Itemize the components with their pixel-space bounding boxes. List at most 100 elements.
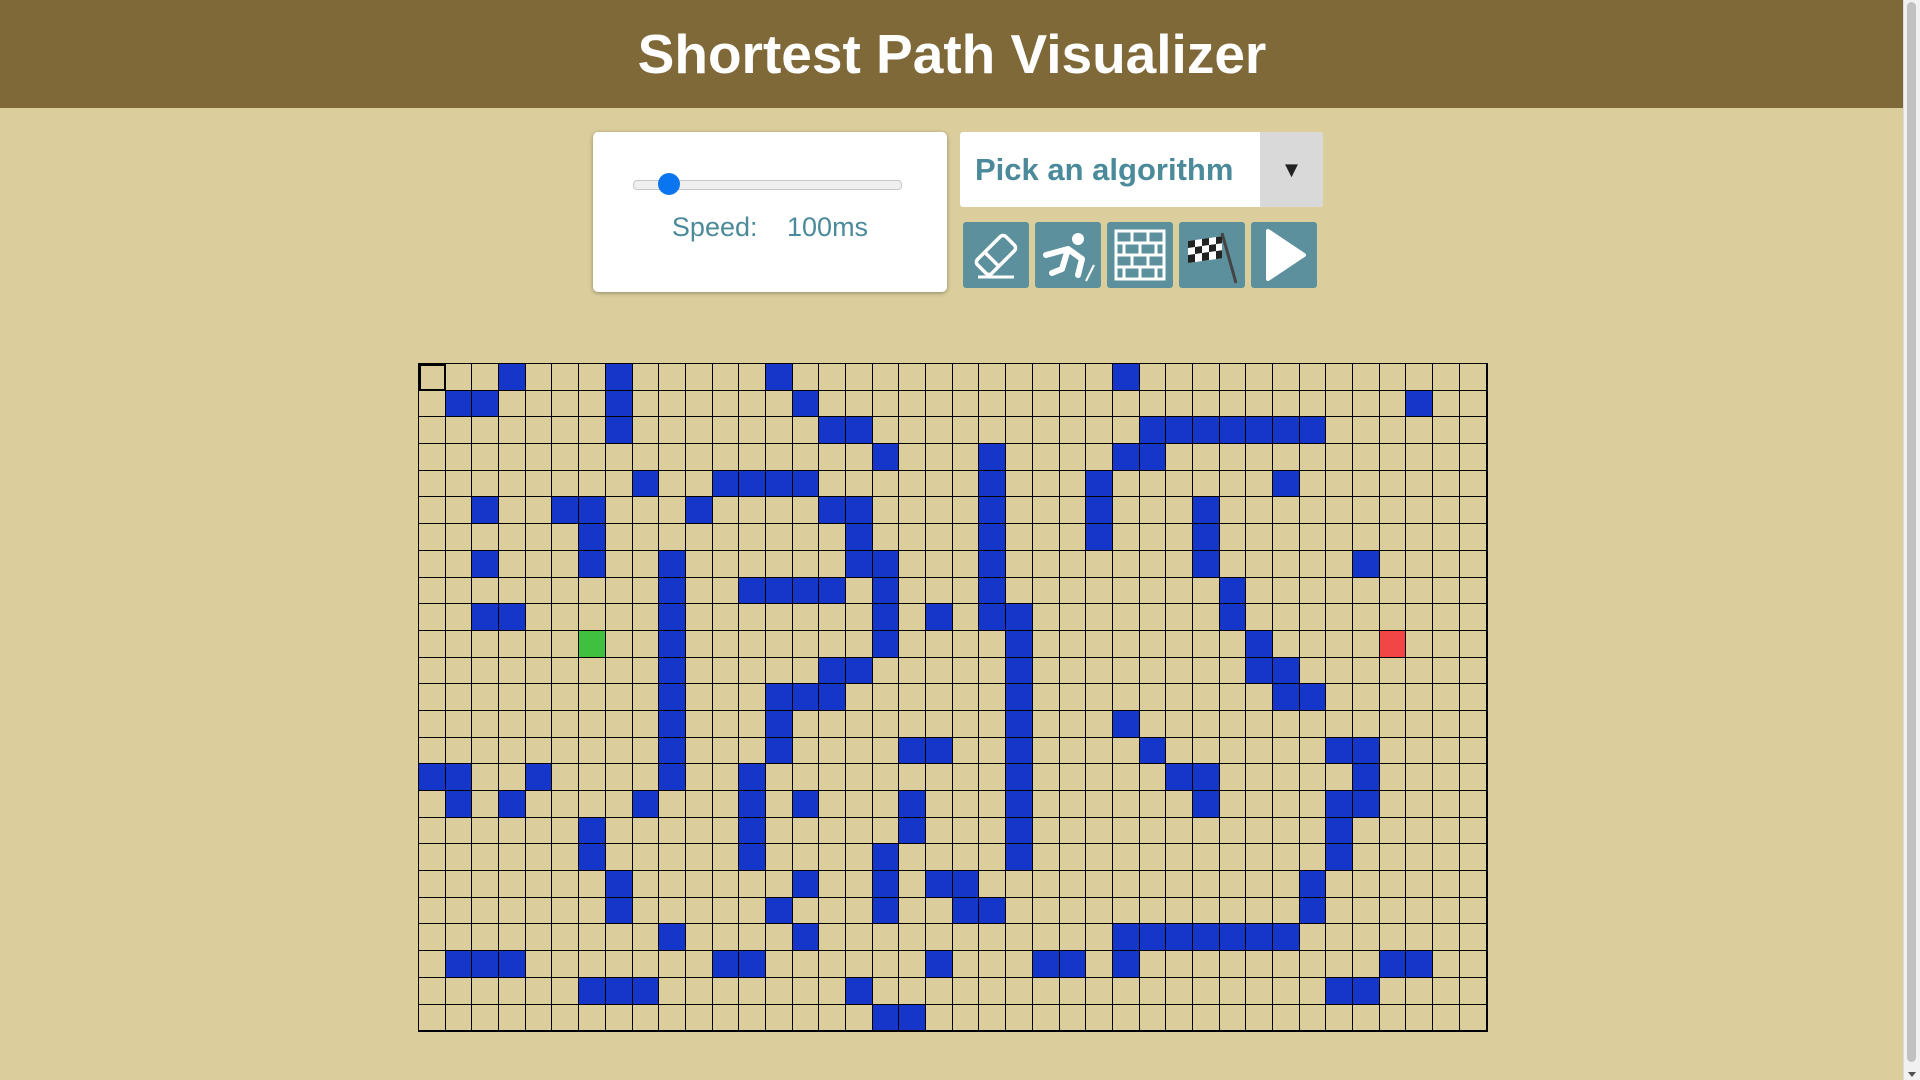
grid-cell[interactable] [926, 524, 953, 551]
grid-cell[interactable] [1086, 390, 1113, 418]
grid-cell[interactable] [419, 604, 446, 631]
grid-cell[interactable] [712, 710, 740, 738]
grid-cell[interactable] [1433, 897, 1460, 925]
grid-cell[interactable] [1086, 630, 1113, 658]
wall-cell[interactable] [899, 737, 927, 765]
grid-cell[interactable] [445, 897, 473, 925]
grid-cell[interactable] [685, 657, 713, 685]
grid-cell[interactable] [1032, 444, 1060, 471]
grid-cell[interactable] [1433, 364, 1460, 391]
grid-cell[interactable] [926, 977, 953, 1005]
grid-cell[interactable] [846, 390, 873, 418]
grid-cell[interactable] [1139, 977, 1167, 1005]
grid-cell[interactable] [739, 1004, 766, 1032]
grid-cell[interactable] [739, 871, 766, 898]
grid-cell[interactable] [1433, 604, 1460, 631]
grid-cell[interactable] [765, 444, 793, 471]
grid-cell[interactable] [1353, 951, 1380, 978]
grid-cell[interactable] [445, 737, 473, 765]
grid-cell[interactable] [792, 364, 820, 391]
grid-cell[interactable] [552, 710, 580, 738]
grid-cell[interactable] [419, 737, 446, 765]
grid-cell[interactable] [579, 364, 606, 391]
grid-cell[interactable] [472, 817, 500, 845]
grid-cell[interactable] [765, 791, 793, 818]
grid-cell[interactable] [1166, 951, 1193, 978]
grid-cell[interactable] [1139, 710, 1167, 738]
grid-cell[interactable] [1219, 791, 1247, 818]
grid-cell[interactable] [819, 791, 846, 818]
grid-cell[interactable] [685, 684, 713, 711]
grid-cell[interactable] [1459, 951, 1487, 978]
grid-cell[interactable] [1406, 604, 1434, 631]
grid-cell[interactable] [1219, 871, 1247, 898]
grid-cell[interactable] [1406, 871, 1434, 898]
grid-cell[interactable] [1086, 364, 1113, 391]
grid-cell[interactable] [445, 710, 473, 738]
grid-cell[interactable] [1353, 710, 1380, 738]
grid-cell[interactable] [632, 764, 660, 791]
grid-cell[interactable] [1006, 497, 1033, 525]
grid-cell[interactable] [712, 630, 740, 658]
grid-cell[interactable] [1326, 604, 1354, 631]
grid-cell[interactable] [445, 577, 473, 605]
grid-cell[interactable] [872, 817, 900, 845]
grid-cell[interactable] [846, 577, 873, 605]
grid-cell[interactable] [712, 444, 740, 471]
grid-cell[interactable] [952, 817, 980, 845]
grid-cell[interactable] [926, 817, 953, 845]
grid-cell[interactable] [952, 764, 980, 791]
grid-cell[interactable] [1459, 497, 1487, 525]
wall-cell[interactable] [1299, 417, 1327, 445]
grid-cell[interactable] [1086, 764, 1113, 791]
grid-cell[interactable] [1139, 577, 1167, 605]
wall-cell[interactable] [1032, 951, 1060, 978]
grid-cell[interactable] [1139, 844, 1167, 872]
grid-cell[interactable] [579, 897, 606, 925]
wall-cell[interactable] [739, 577, 766, 605]
grid-cell[interactable] [872, 470, 900, 498]
grid-cell[interactable] [1379, 764, 1407, 791]
grid-cell[interactable] [1166, 844, 1193, 872]
grid-cell[interactable] [899, 684, 927, 711]
wall-cell[interactable] [819, 657, 846, 685]
wall-cell[interactable] [819, 497, 846, 525]
grid-cell[interactable] [1166, 737, 1193, 765]
wall-cell[interactable] [659, 604, 686, 631]
grid-cell[interactable] [926, 791, 953, 818]
grid-cell[interactable] [1112, 524, 1140, 551]
grid-cell[interactable] [739, 977, 766, 1005]
grid-cell[interactable] [579, 684, 606, 711]
grid-cell[interactable] [1059, 524, 1087, 551]
grid-cell[interactable] [819, 764, 846, 791]
grid-cell[interactable] [1219, 684, 1247, 711]
grid-cell[interactable] [899, 497, 927, 525]
grid-cell[interactable] [1032, 630, 1060, 658]
grid-cell[interactable] [1326, 444, 1354, 471]
grid-cell[interactable] [1219, 710, 1247, 738]
grid-cell[interactable] [1379, 1004, 1407, 1032]
grid-cell[interactable] [1273, 497, 1300, 525]
grid-cell[interactable] [472, 710, 500, 738]
wall-cell[interactable] [1273, 470, 1300, 498]
grid-cell[interactable] [899, 977, 927, 1005]
grid-cell[interactable] [1059, 417, 1087, 445]
grid-cell[interactable] [419, 791, 446, 818]
grid-cell[interactable] [1059, 924, 1087, 952]
grid-cell[interactable] [1112, 817, 1140, 845]
grid-cell[interactable] [872, 791, 900, 818]
grid-cell[interactable] [445, 1004, 473, 1032]
grid-cell[interactable] [685, 390, 713, 418]
grid-cell[interactable] [1273, 390, 1300, 418]
dropdown-toggle[interactable]: ▼ [1260, 132, 1323, 207]
grid-cell[interactable] [1166, 524, 1193, 551]
grid-cell[interactable] [1379, 550, 1407, 578]
grid-cell[interactable] [1192, 871, 1220, 898]
grid-cell[interactable] [1299, 951, 1327, 978]
grid-cell[interactable] [605, 710, 633, 738]
grid-cell[interactable] [792, 844, 820, 872]
grid-cell[interactable] [846, 470, 873, 498]
grid-cell[interactable] [1032, 604, 1060, 631]
grid-cell[interactable] [846, 924, 873, 952]
grid-cell[interactable] [1273, 524, 1300, 551]
